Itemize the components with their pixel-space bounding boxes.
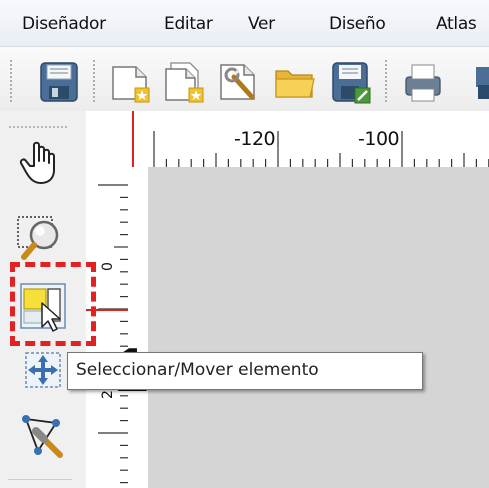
toolbar-separator: [384, 59, 388, 103]
zoom-icon[interactable]: [14, 211, 66, 263]
open-template-icon[interactable]: [272, 59, 318, 105]
composition-paper[interactable]: [148, 167, 489, 488]
save-project-icon[interactable]: [36, 59, 82, 105]
partial-toolbar-icon: [476, 67, 489, 99]
tool-highlight-box: [10, 262, 96, 346]
duplicate-composer-icon[interactable]: [162, 59, 208, 105]
save-as-template-icon[interactable]: [328, 59, 374, 105]
new-composer-icon[interactable]: [108, 59, 154, 105]
toolbar-separator: [92, 59, 96, 103]
menu-disenador[interactable]: Diseñador: [22, 14, 106, 34]
tooltip-text: Seleccionar/Mover elemento: [76, 360, 319, 380]
h-ruler-label: -120: [234, 128, 276, 150]
move-content-icon[interactable]: [18, 345, 70, 397]
panel-divider: [8, 479, 72, 480]
menu-atlas[interactable]: Atlas: [436, 14, 477, 34]
composer-toolbar: [0, 46, 489, 112]
print-icon[interactable]: [400, 59, 446, 105]
pan-icon[interactable]: [14, 137, 66, 189]
panel-grip: [8, 125, 68, 129]
toolbar-overflow: [470, 61, 489, 105]
menu-diseno[interactable]: Diseño: [329, 14, 386, 34]
toolbar-grip: [9, 59, 13, 103]
composer-manager-icon[interactable]: [216, 59, 262, 105]
edit-nodes-icon[interactable]: [16, 409, 68, 461]
v-ruler-label: 0: [100, 262, 116, 271]
h-ruler-label: -100: [358, 128, 400, 150]
menu-ver[interactable]: Ver: [248, 14, 275, 34]
menu-editar[interactable]: Editar: [164, 14, 213, 34]
menu-bar: Diseñador Editar Ver Diseño Atlas: [0, 0, 489, 46]
tooltip: Seleccionar/Mover elemento: [67, 352, 423, 390]
horizontal-ruler: -120 -100: [128, 111, 489, 167]
